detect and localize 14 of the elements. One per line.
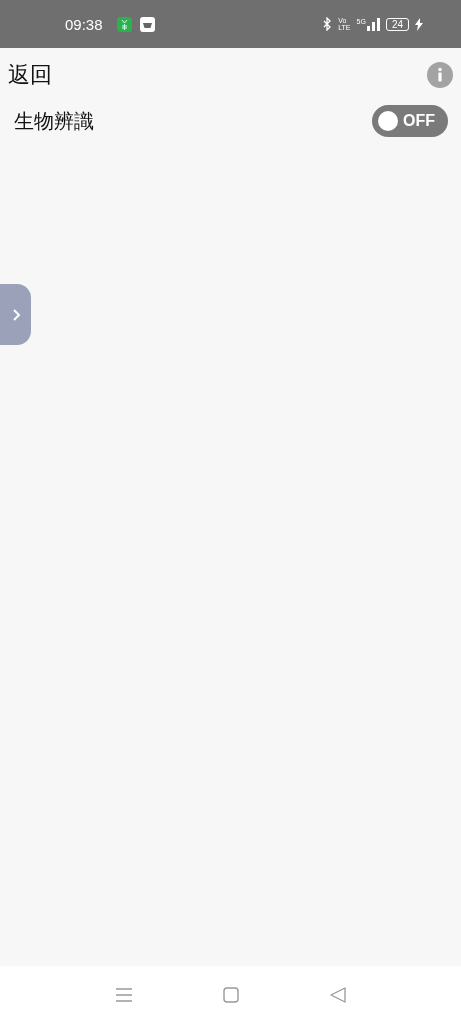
basket-icon xyxy=(139,16,155,32)
setting-label: 生物辨識 xyxy=(14,107,94,135)
toggle-switch[interactable]: OFF xyxy=(372,105,448,137)
battery-level: 24 xyxy=(385,17,409,31)
bluetooth-icon xyxy=(322,17,333,31)
back-link[interactable]: 返回 xyxy=(8,60,52,90)
menu-icon[interactable] xyxy=(115,988,132,1002)
home-icon[interactable] xyxy=(222,987,239,1003)
app-notification-icon xyxy=(116,16,132,32)
signal-icon xyxy=(366,17,380,31)
back-icon[interactable] xyxy=(329,987,346,1003)
clock-time: 09:38 xyxy=(65,15,103,33)
info-icon[interactable] xyxy=(427,62,453,88)
side-panel-handle[interactable] xyxy=(0,284,31,345)
